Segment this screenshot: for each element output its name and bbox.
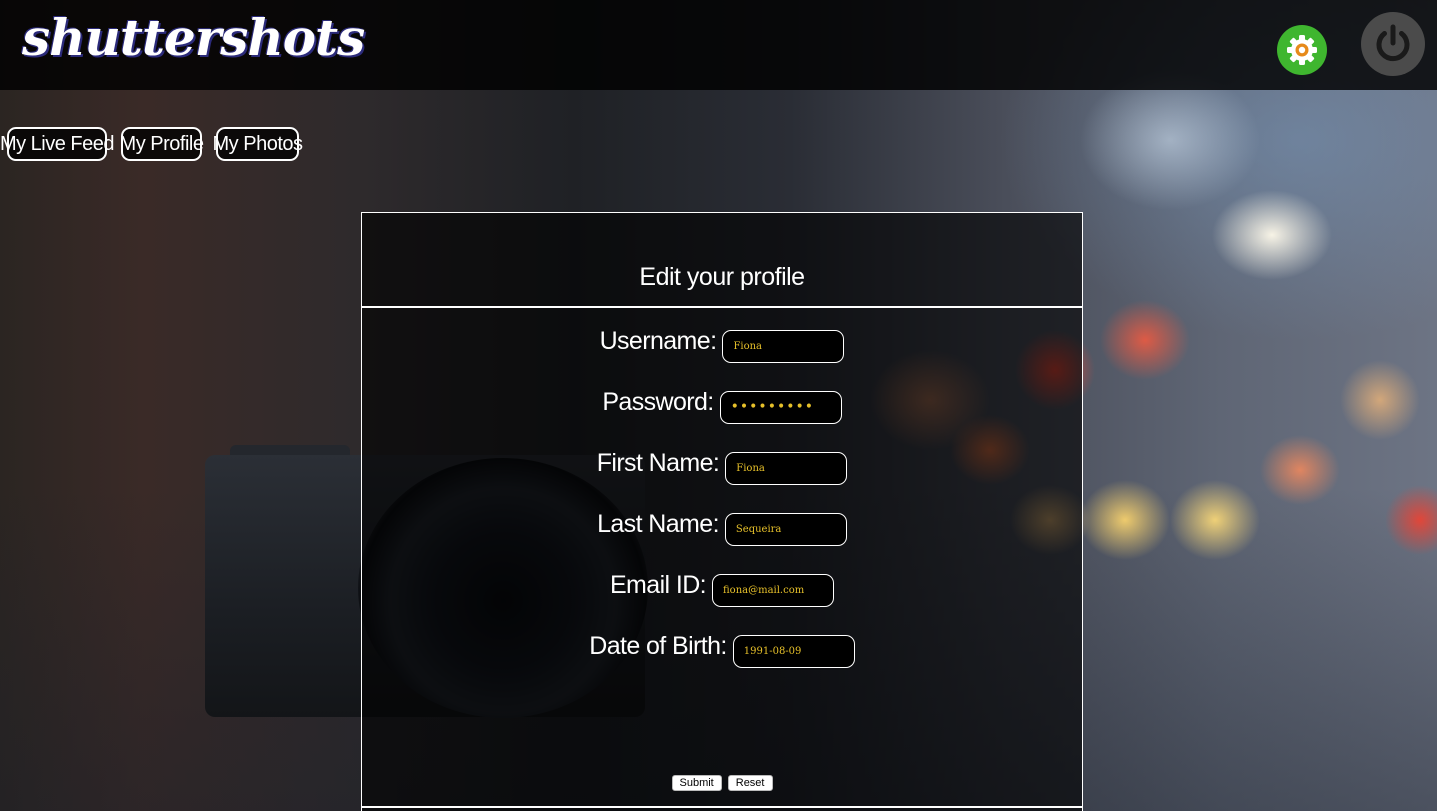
date-of-birth-label: Date of Birth: — [589, 631, 727, 660]
reset-button[interactable]: Reset — [727, 775, 773, 791]
nav-my-profile[interactable]: My Profile — [120, 127, 204, 161]
email-input[interactable] — [712, 573, 834, 607]
power-icon — [1376, 24, 1410, 62]
username-input[interactable] — [722, 329, 845, 363]
top-bar: shuttershots — [0, 0, 1437, 90]
form-row-first-name: First Name: — [362, 443, 1082, 485]
logout-button[interactable] — [1361, 12, 1425, 76]
first-name-input[interactable] — [725, 451, 848, 485]
last-name-input[interactable] — [724, 512, 847, 546]
form-row-last-name: Last Name: — [362, 504, 1082, 546]
nav-my-live-feed[interactable]: My Live Feed — [0, 127, 115, 161]
logo[interactable]: shuttershots — [22, 8, 365, 67]
gear-icon — [1287, 35, 1317, 65]
form-row-password: Password: — [362, 382, 1082, 424]
form-buttons: Submit Reset — [362, 775, 1082, 791]
email-label: Email ID: — [609, 570, 707, 599]
nav-my-photos[interactable]: My Photos — [213, 127, 303, 161]
settings-button[interactable] — [1277, 25, 1327, 75]
submit-button[interactable]: Submit — [671, 775, 722, 791]
form-row-email: Email ID: — [362, 565, 1082, 607]
password-label: Password: — [602, 387, 714, 416]
first-name-label: First Name: — [596, 448, 720, 477]
form-row-username: Username: — [362, 321, 1082, 363]
panel-divider — [362, 806, 1082, 808]
password-input[interactable] — [719, 390, 842, 424]
last-name-label: Last Name: — [597, 509, 719, 538]
page-title: Edit your profile — [639, 263, 805, 291]
edit-profile-panel: Edit your profile Username: Password: Fi… — [361, 212, 1083, 811]
panel-header: Edit your profile — [362, 213, 1082, 308]
username-label: Username: — [599, 326, 717, 355]
form-row-date-of-birth: Date of Birth: — [362, 626, 1082, 668]
date-of-birth-input[interactable] — [732, 634, 855, 668]
